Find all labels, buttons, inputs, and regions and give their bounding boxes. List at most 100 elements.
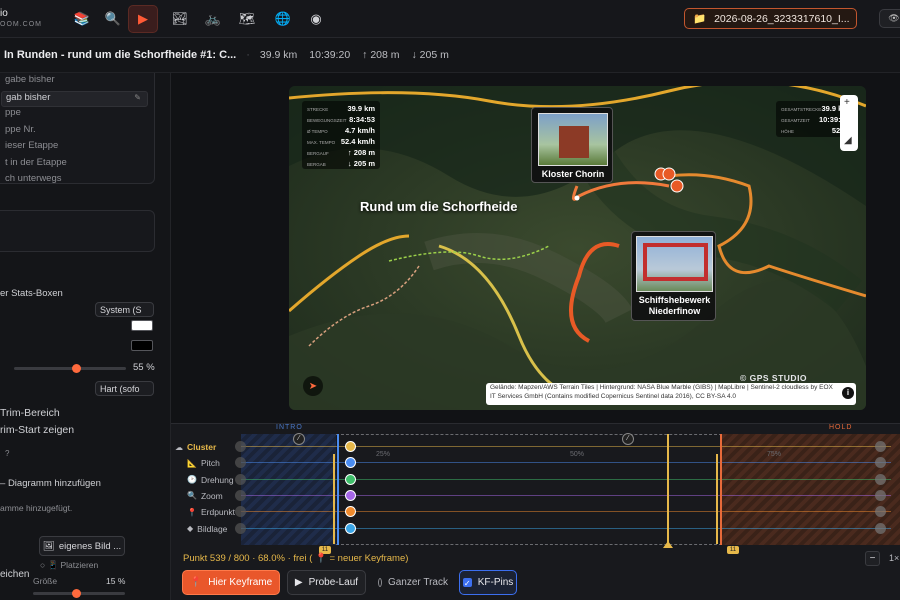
keyframe-dot-end[interactable] <box>875 522 886 534</box>
pin-icon: 📍 <box>189 577 203 588</box>
stat-label: GESAMTSTRECKE <box>781 107 822 112</box>
stats-box-left: STRECKE 39.9 km BEWEGUNGSZEIT 8:34:53 Ø TEMP… <box>302 101 380 169</box>
opacity-slider[interactable] <box>14 364 126 373</box>
stats-field-item[interactable]: gabe bisher <box>1 74 148 88</box>
toolbar-button-layers[interactable]: 📚 <box>67 5 97 33</box>
shadow-select[interactable]: Hart (sofo <box>95 381 154 396</box>
pitch-icon: 📐 <box>187 458 197 468</box>
trim-start-toggle[interactable]: rim-Start zeigen <box>0 424 74 436</box>
own-image-button[interactable]: 🖼 eigenes Bild ... <box>39 536 125 556</box>
add-chart-button[interactable]: – Diagramm hinzufügen <box>0 478 101 489</box>
toolbar-button-photo[interactable]: 🏞 <box>165 5 195 33</box>
trim-heading: Trim-Bereich <box>0 407 60 419</box>
background-color-swatch[interactable] <box>131 340 153 351</box>
add-keyframe-button[interactable]: 📍 Hier Keyframe <box>182 570 280 595</box>
intro-edit-icon[interactable]: ⁄ <box>293 433 305 445</box>
stats-field-item[interactable]: gab bisher ✎ <box>1 90 148 107</box>
checkbox-icon: ✓ <box>462 578 472 588</box>
map-canvas[interactable]: STRECKE 39.9 km BEWEGUNGSZEIT 8:34:53 Ø TEMP… <box>289 86 866 410</box>
keyframe-dot-start[interactable] <box>235 473 246 485</box>
toolbar-button-globe[interactable]: 🌐 <box>268 5 298 33</box>
stats-field-item[interactable]: ch unterwegs <box>1 173 148 187</box>
track-title-bar: In Runden - rund um die Schorfheide #1: … <box>0 38 900 73</box>
keyframe-dot[interactable] <box>345 522 356 534</box>
keyframe-dot[interactable] <box>345 441 356 452</box>
hold-start-line[interactable] <box>720 434 722 545</box>
brand-title: io <box>0 8 8 19</box>
keyframe-dot[interactable] <box>345 489 356 501</box>
app-window: io OOM.COM 📚 🔍 ▶ 🏞 🚲 🗺 🌐 ◉ 📁 2026-08-26_3233317… <box>0 0 900 600</box>
slider-knob[interactable] <box>71 364 81 373</box>
intro-label: INTRO <box>276 424 303 431</box>
track-descent: ↓ 205 m <box>411 49 449 61</box>
font-select[interactable]: System (S <box>95 302 154 317</box>
stat-label: Ø TEMPO <box>307 129 328 134</box>
kf-pins-toggle[interactable]: ✓ KF-Pins <box>459 570 517 595</box>
settings-panel: gabe bisher gab bisher ✎ ppe ppe Nr. ieser Et… <box>0 73 171 600</box>
text-color-swatch[interactable] <box>131 320 153 331</box>
main-edit-icon[interactable]: ⁄ <box>622 433 634 445</box>
stats-field-item[interactable]: ppe Nr. <box>1 124 148 138</box>
stat-row: BEWEGUNGSZEIT 8:34:53 <box>307 115 375 126</box>
project-select[interactable]: 📁 2026-08-26_3233317610_I... ▾ <box>684 8 857 29</box>
toolbar-button-search[interactable]: 🔍 <box>98 5 128 33</box>
record-icon: ◉ <box>310 11 322 26</box>
toolbar-button-map[interactable]: 🗺 <box>232 5 262 33</box>
stats-field-item[interactable]: ieser Etappe <box>1 140 148 154</box>
zoom-out-button[interactable]: − <box>865 551 880 566</box>
map-controls[interactable]: + ◢ <box>840 95 858 151</box>
preview-button[interactable]: ▶ Probe-Lauf <box>287 570 366 595</box>
toolbar-button-record[interactable]: ◉ <box>301 5 331 33</box>
place-option[interactable]: ○ 📱 Platzieren <box>40 560 98 571</box>
note-field[interactable] <box>0 210 155 252</box>
compass-icon[interactable]: ➤ <box>303 376 323 396</box>
stats-field-item[interactable]: t in der Etappe <box>1 157 148 171</box>
app-logo: io OOM.COM <box>0 8 42 30</box>
keyframe-dot-start[interactable] <box>235 489 246 501</box>
compass-reset-icon[interactable]: ◢ <box>844 135 852 146</box>
visibility-toggle[interactable]: 👁 <box>879 9 900 28</box>
zoom-in-icon[interactable]: + <box>844 97 850 108</box>
playhead[interactable] <box>667 434 670 545</box>
size-label: Größe <box>33 576 58 586</box>
help-icon[interactable]: ? <box>5 449 9 458</box>
toolbar-button-play[interactable]: ▶ <box>128 5 158 33</box>
playhead-handle[interactable] <box>663 541 674 548</box>
stats-field-label: ch unterwegs <box>5 173 62 184</box>
edit-icon[interactable]: ✎ <box>134 93 141 102</box>
stat-label: GESAMTZEIT <box>781 118 810 123</box>
place-label: Platzieren <box>60 560 99 570</box>
keyframe-dot-end[interactable] <box>875 441 886 452</box>
track-name: Erdpunkt <box>200 507 235 518</box>
keyframe-dot-end[interactable] <box>875 473 886 485</box>
track-name: Cluster <box>187 442 217 452</box>
keyframe-dot[interactable] <box>345 473 356 485</box>
project-name: 2026-08-26_3233317610_I... <box>714 12 850 25</box>
poi-card-kloster[interactable]: Kloster Chorin <box>531 107 613 183</box>
add-chart-label: Diagramm hinzufügen <box>7 478 101 489</box>
map-attribution: Gelände: Mapzen/AWS Terrain Tiles | Hint… <box>486 383 856 405</box>
track-marker <box>670 179 684 193</box>
info-icon[interactable]: i <box>842 387 854 399</box>
size-slider[interactable] <box>33 589 125 598</box>
stats-field-item[interactable]: ppe <box>1 107 148 121</box>
cluster-icon: ☁ <box>175 442 183 452</box>
map-title: Rund um die Schorfheide <box>360 199 518 214</box>
toolbar-button-bike[interactable]: 🚲 <box>198 5 228 33</box>
keyframe-dot-start[interactable] <box>235 522 246 534</box>
track-name: Zoom <box>200 490 223 501</box>
poi-photo <box>538 113 608 166</box>
search-icon: 🔍 <box>104 11 122 26</box>
keyframe-dot-end[interactable] <box>875 489 886 501</box>
stat-label: BERGAUF <box>307 151 329 156</box>
full-track-toggle[interactable]: Ganzer Track <box>378 570 448 595</box>
poi-card-niederfinow[interactable]: Schiffshebewerk Niederfinow <box>631 231 716 321</box>
intro-end-line[interactable] <box>337 434 339 545</box>
keyframe-dot-start[interactable] <box>235 441 246 452</box>
slider-knob[interactable] <box>71 589 81 598</box>
keyframe-line[interactable] <box>716 454 718 544</box>
keyframe-marker-right[interactable]: 11 <box>727 546 739 554</box>
speed-label[interactable]: 1× <box>889 553 899 563</box>
pin-icon: 📍 <box>187 507 197 517</box>
keyframe-line[interactable] <box>333 454 335 544</box>
